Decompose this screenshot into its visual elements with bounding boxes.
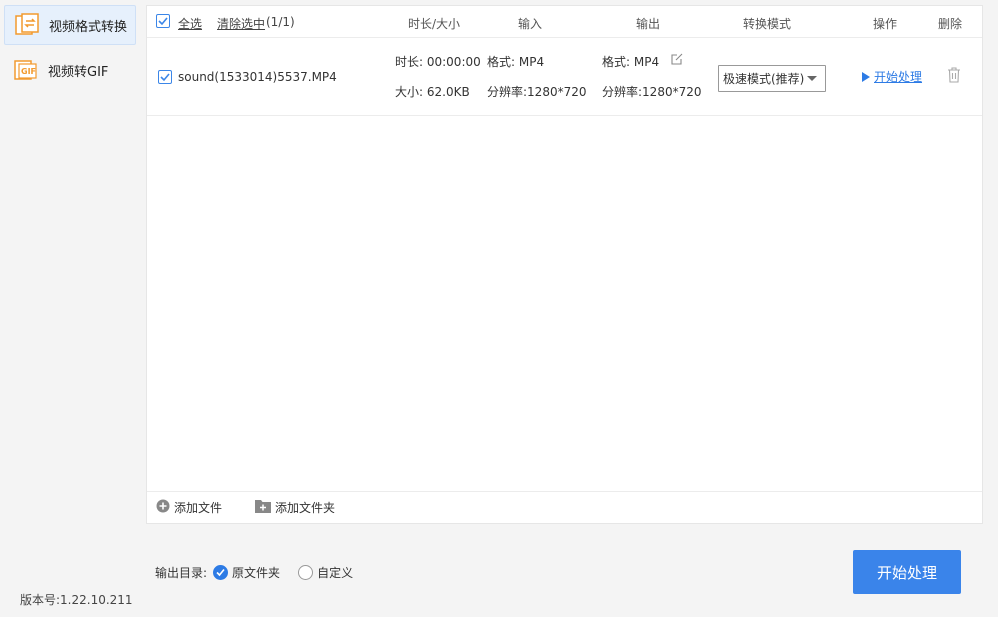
selected-count: (1/1) — [266, 15, 295, 29]
sidebar-item-video-to-gif[interactable]: GIF 视频转GIF — [4, 50, 136, 90]
header-action: 操作 — [873, 17, 898, 31]
row-checkbox[interactable] — [158, 70, 172, 84]
trash-icon[interactable] — [947, 67, 961, 86]
table-row: sound(1533014)5537.MP4 时长: 00:00:00 大小: … — [147, 39, 982, 116]
start-process-label: 开始处理 — [874, 70, 923, 84]
version-label: 版本号:1.22.10.211 — [20, 593, 133, 607]
table-header: 全选 清除选中 (1/1) 时长/大小 输入 输出 转换模式 操作 删除 — [147, 6, 982, 38]
add-circle-icon — [156, 499, 170, 516]
sidebar-item-label: 视频转GIF — [48, 64, 109, 80]
radio-label: 原文件夹 — [232, 566, 281, 580]
gif-icon: GIF — [14, 58, 38, 82]
sidebar-item-label: 视频格式转换 — [49, 19, 128, 35]
duration-value: 时长: 00:00:00 — [395, 55, 481, 69]
panel-footer: 添加文件 添加文件夹 — [147, 491, 982, 523]
input-format: 格式: MP4 — [487, 55, 545, 69]
mode-select[interactable]: 极速模式(推荐) — [718, 65, 826, 92]
header-delete: 删除 — [938, 17, 963, 31]
radio-label: 自定义 — [317, 566, 354, 580]
add-file-button[interactable]: 添加文件 — [156, 499, 222, 516]
input-resolution: 分辨率:1280*720 — [487, 85, 587, 99]
chevron-down-icon — [807, 76, 817, 81]
output-directory-label: 输出目录: — [155, 566, 208, 580]
sidebar: 视频格式转换 GIF 视频转GIF 版本号:1.22.10.211 — [0, 0, 140, 617]
radio-original-folder[interactable]: 原文件夹 — [213, 564, 280, 581]
add-folder-icon — [255, 499, 272, 516]
start-process-link[interactable]: 开始处理 — [862, 68, 922, 85]
output-format: 格式: MP4 — [602, 55, 660, 69]
mode-select-value: 极速模式(推荐) — [723, 72, 805, 86]
radio-checked-icon — [213, 565, 229, 580]
add-file-label: 添加文件 — [174, 501, 223, 515]
header-mode: 转换模式 — [743, 17, 792, 31]
add-folder-button[interactable]: 添加文件夹 — [255, 499, 335, 516]
output-directory: 输出目录: 原文件夹 自定义 — [155, 564, 371, 581]
play-icon — [862, 71, 870, 82]
size-value: 大小: 62.0KB — [395, 85, 470, 99]
header-input: 输入 — [518, 17, 543, 31]
file-name: sound(1533014)5537.MP4 — [178, 70, 337, 84]
header-duration-size: 时长/大小 — [408, 17, 461, 31]
radio-custom[interactable]: 自定义 — [298, 564, 353, 581]
clear-selected-link[interactable]: 清除选中 — [217, 15, 265, 32]
sidebar-item-video-convert[interactable]: 视频格式转换 — [4, 5, 136, 45]
file-list-panel: 全选 清除选中 (1/1) 时长/大小 输入 输出 转换模式 操作 删除 sou… — [146, 5, 983, 524]
start-process-button[interactable]: 开始处理 — [853, 550, 961, 594]
select-all-link[interactable]: 全选 — [178, 15, 202, 32]
output-resolution: 分辨率:1280*720 — [602, 85, 702, 99]
select-all-checkbox[interactable] — [156, 14, 170, 28]
edit-icon[interactable] — [670, 52, 684, 69]
header-output: 输出 — [636, 17, 661, 31]
gif-icon-text: GIF — [21, 67, 37, 76]
add-folder-label: 添加文件夹 — [275, 501, 336, 515]
convert-icon — [15, 13, 39, 37]
radio-unchecked-icon — [298, 565, 314, 580]
